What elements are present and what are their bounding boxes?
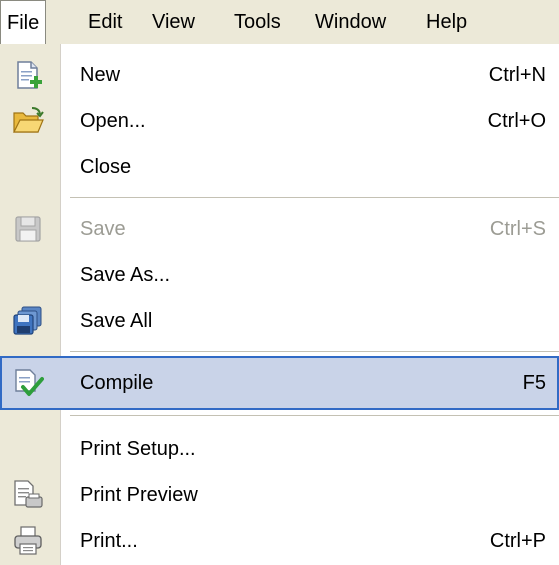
print-preview-icon <box>14 480 43 508</box>
menu-separator <box>70 197 559 198</box>
menu-item-label: Compile <box>80 372 154 394</box>
menu-item-shortcut: Ctrl+P <box>489 530 546 552</box>
menu-separator <box>70 351 559 352</box>
printer-icon <box>14 526 42 555</box>
menu-item-label: Close <box>80 156 132 178</box>
file-menu-dropdown: New Ctrl+N Open... Ctrl+O Close Save Ctr… <box>0 44 559 565</box>
save-disk-icon <box>15 216 41 242</box>
menu-item-save-all[interactable]: Save All <box>0 294 559 348</box>
menu-separator <box>70 415 559 416</box>
menu-help[interactable]: Help <box>426 0 467 44</box>
menu-window[interactable]: Window <box>315 0 386 44</box>
save-all-icon <box>13 306 42 335</box>
menu-item-compile[interactable]: Compile F5 <box>0 356 559 410</box>
compile-check-icon <box>15 369 44 396</box>
menu-file[interactable]: File <box>0 0 47 44</box>
menu-item-shortcut: F5 <box>522 372 546 394</box>
menu-edit[interactable]: Edit <box>88 0 122 44</box>
menu-view[interactable]: View <box>152 0 195 44</box>
menu-item-close[interactable]: Close <box>0 140 559 194</box>
open-folder-icon <box>13 107 44 133</box>
menu-tools[interactable]: Tools <box>234 0 281 44</box>
new-file-icon <box>17 61 42 89</box>
menu-item-label: Print... <box>80 530 138 552</box>
menu-bar: File Edit View Tools Window Help <box>0 0 559 44</box>
menu-item-print[interactable]: Print... Ctrl+P <box>0 514 559 565</box>
menu-item-label: Save All <box>80 310 153 332</box>
